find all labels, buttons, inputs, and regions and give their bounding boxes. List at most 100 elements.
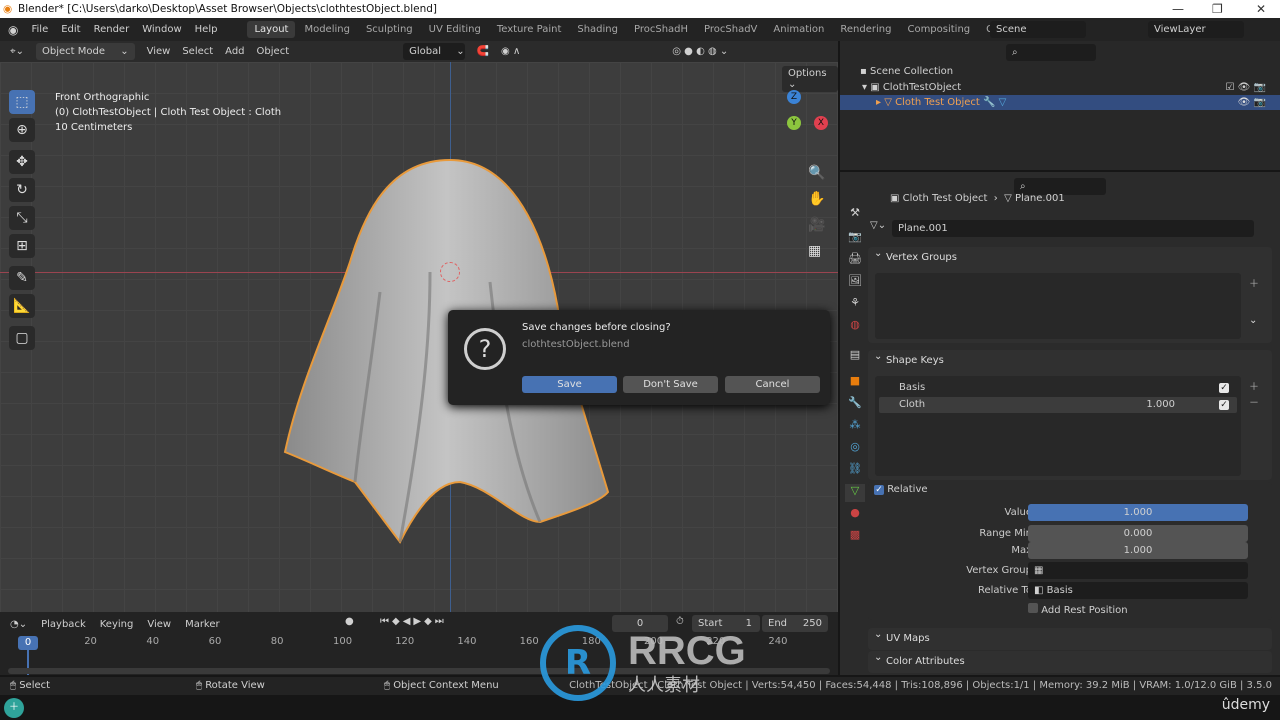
save-button[interactable]: Save — [522, 376, 617, 393]
scene-tab-icon[interactable]: ⚘ — [845, 296, 865, 314]
object-item[interactable]: ▸ ▽ Cloth Test Object 🔧 ▽ 👁 📷 — [840, 95, 1280, 110]
timeline-menu-playback[interactable]: Playback — [41, 619, 86, 630]
tab-shading[interactable]: Shading — [570, 21, 625, 38]
tab-procshadv[interactable]: ProcShadV — [697, 21, 764, 38]
pan-hand-icon[interactable]: ✋ — [808, 186, 825, 212]
vertex-group-menu-button[interactable]: ⌄ — [1249, 315, 1257, 326]
object-tab-icon[interactable]: ■ — [845, 374, 865, 392]
end-frame-field[interactable]: End 250 — [762, 615, 828, 632]
tab-procshadh[interactable]: ProcShadH — [627, 21, 695, 38]
shape-key-mute-checkbox[interactable]: ✓ — [1219, 400, 1229, 410]
maximize-button[interactable]: ❐ — [1212, 0, 1223, 18]
tab-layout[interactable]: Layout — [247, 21, 296, 38]
shading-modes[interactable]: ◎ ● ◐ ◍ ⌄ — [672, 46, 728, 57]
mode-dropdown[interactable]: Object Mode ⌄ — [36, 43, 135, 60]
menu-edit[interactable]: Edit — [61, 24, 80, 35]
tool-tab-icon[interactable]: ⚒ — [845, 206, 865, 224]
world-tab-icon[interactable]: ◍ — [845, 318, 865, 336]
select-box-tool[interactable]: ⬚ — [9, 90, 35, 114]
relative-checkbox[interactable]: ✓ Relative — [874, 484, 928, 495]
max-field[interactable]: 1.000 — [1028, 542, 1248, 559]
physics-tab-icon[interactable]: ◎ — [845, 440, 865, 458]
shape-key-value[interactable]: 1.000 — [1146, 397, 1175, 413]
cursor-tool[interactable]: ⊕ — [9, 118, 35, 142]
cancel-button[interactable]: Cancel — [725, 376, 820, 393]
shape-key-mute-checkbox[interactable]: ✓ — [1219, 383, 1229, 393]
camera-icon[interactable]: 🎥 — [808, 212, 825, 238]
scale-tool[interactable]: ⤡ — [9, 206, 35, 230]
tab-sculpting[interactable]: Sculpting — [359, 21, 420, 38]
data-tab-icon[interactable]: ▽ — [845, 484, 865, 502]
vertex-group-field[interactable]: ▦ — [1028, 562, 1248, 579]
tab-animation[interactable]: Animation — [766, 21, 831, 38]
gizmo-x[interactable]: X — [814, 116, 828, 130]
zoom-icon[interactable]: 🔍 — [808, 160, 825, 186]
viewport-menu-object[interactable]: Object — [257, 46, 290, 57]
annotate-tool[interactable]: ✎ — [9, 266, 35, 290]
add-rest-position-checkbox[interactable]: Add Rest Position — [1028, 602, 1128, 620]
menu-render[interactable]: Render — [94, 24, 130, 35]
tab-modeling[interactable]: Modeling — [297, 21, 357, 38]
scene-selector[interactable]: Scene — [990, 21, 1086, 38]
viewport-menu-view[interactable]: View — [147, 46, 171, 57]
menu-window[interactable]: Window — [142, 24, 181, 35]
shape-key-basis[interactable]: Basis ✓ — [879, 380, 1237, 396]
output-tab-icon[interactable]: 🖨 — [845, 252, 865, 270]
snap-icon[interactable]: 🧲 — [477, 46, 489, 57]
menu-file[interactable]: File — [31, 24, 48, 35]
value-slider[interactable]: 1.000 — [1028, 504, 1248, 521]
tab-compositing[interactable]: Compositing — [900, 21, 977, 38]
add-cube-tool[interactable]: ▢ — [9, 326, 35, 350]
view-layer-selector[interactable]: ViewLayer — [1148, 21, 1244, 38]
uv-maps-header[interactable]: UV Maps — [868, 624, 1272, 650]
close-window-button[interactable]: ✕ — [1256, 0, 1266, 18]
mesh-datablock[interactable]: ▽⌄ Plane.001 — [870, 220, 1262, 238]
shape-keys-header[interactable]: Shape Keys — [868, 346, 1272, 372]
color-attributes-panel[interactable]: Color Attributes — [868, 647, 1272, 673]
viewport-menu-select[interactable]: Select — [182, 46, 213, 57]
scene-collection-item[interactable]: ▪ Scene Collection — [860, 66, 953, 77]
proportional-edit-icon[interactable]: ◉ ∧ — [501, 46, 520, 57]
record-button[interactable]: ● — [345, 616, 354, 627]
orientation-dropdown[interactable]: Global ⌄ — [403, 43, 465, 60]
measure-tool[interactable]: 📐 — [9, 294, 35, 318]
color-attributes-header[interactable]: Color Attributes — [868, 647, 1272, 673]
menu-help[interactable]: Help — [195, 24, 218, 35]
material-tab-icon[interactable]: ● — [845, 506, 865, 524]
vertex-groups-list[interactable] — [875, 273, 1241, 339]
add-vertex-group-button[interactable]: ＋ — [1249, 275, 1259, 290]
mesh-name-field[interactable]: Plane.001 — [892, 220, 1254, 237]
uv-maps-panel[interactable]: UV Maps — [868, 624, 1272, 650]
playhead[interactable]: 0 — [18, 636, 38, 650]
texture-tab-icon[interactable]: ▩ — [845, 528, 865, 546]
render-tab-icon[interactable]: 📷 — [845, 230, 865, 248]
timeline-menu-keying[interactable]: Keying — [100, 619, 134, 630]
playback-controls[interactable]: ⏮◆◀▶◆⏭ — [380, 616, 447, 627]
dont-save-button[interactable]: Don't Save — [623, 376, 718, 393]
particles-tab-icon[interactable]: ⁂ — [845, 418, 865, 436]
outliner-search[interactable]: ⌕ — [1006, 44, 1096, 61]
range-min-field[interactable]: 0.000 — [1028, 525, 1248, 542]
gizmo-y[interactable]: Y — [787, 116, 801, 130]
3d-cursor[interactable] — [440, 262, 460, 282]
transform-tool[interactable]: ⊞ — [9, 234, 35, 258]
view-layer-tab-icon[interactable]: 🖼 — [845, 274, 865, 292]
vertex-groups-header[interactable]: Vertex Groups — [868, 243, 1272, 269]
gizmo-z[interactable]: Z — [787, 90, 801, 104]
tab-rendering[interactable]: Rendering — [833, 21, 898, 38]
modifier-tab-icon[interactable]: 🔧 — [845, 396, 865, 414]
minimize-button[interactable]: — — [1172, 0, 1184, 18]
editor-type-icon[interactable]: ⌖⌄ — [10, 46, 24, 57]
tab-uv-editing[interactable]: UV Editing — [422, 21, 488, 38]
relative-to-field[interactable]: ◧ Basis — [1028, 582, 1248, 599]
rotate-tool[interactable]: ↻ — [9, 178, 35, 202]
tab-texture-paint[interactable]: Texture Paint — [490, 21, 569, 38]
remove-shape-key-button[interactable]: － — [1249, 394, 1259, 409]
constraints-tab-icon[interactable]: ⛓ — [845, 462, 865, 480]
shape-key-cloth[interactable]: Cloth 1.000 ✓ — [879, 397, 1237, 413]
move-tool[interactable]: ✥ — [9, 150, 35, 174]
collection-tab-icon[interactable]: ▤ — [845, 348, 865, 366]
clock-editor-icon[interactable]: ◔⌄ — [10, 619, 27, 630]
blender-menu-icon[interactable]: ◉ — [8, 23, 18, 37]
add-shape-key-button[interactable]: ＋ — [1249, 378, 1259, 393]
